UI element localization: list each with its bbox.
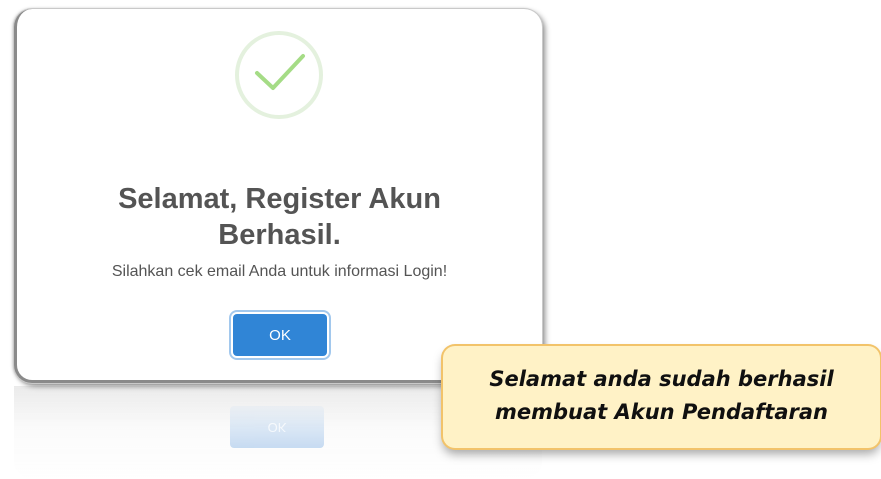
- reflection-ok-button: OK: [230, 406, 324, 448]
- success-check-icon: [235, 31, 323, 119]
- callout-box: Selamat anda sudah berhasil membuat Akun…: [443, 346, 880, 448]
- checkmark-icon: [255, 54, 305, 90]
- dialog-title-line2: Berhasil.: [218, 219, 341, 251]
- ok-button[interactable]: OK: [233, 314, 327, 356]
- callout-line1: Selamat anda sudah berhasil: [489, 367, 834, 391]
- dialog-message: Silahkan cek email Anda untuk informasi …: [111, 263, 448, 280]
- dialog-title-line1: Selamat, Register Akun: [118, 183, 441, 215]
- callout-line2: membuat Akun Pendaftaran: [495, 400, 828, 424]
- callout-text: Selamat anda sudah berhasil membuat Akun…: [443, 363, 880, 429]
- dialog-title: Selamat, Register Akun Berhasil.: [17, 181, 542, 253]
- success-dialog: Selamat, Register Akun Berhasil. Silahka…: [14, 9, 542, 383]
